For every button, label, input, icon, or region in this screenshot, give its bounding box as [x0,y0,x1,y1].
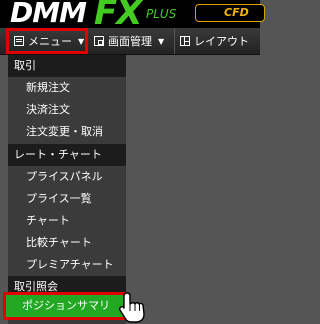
menu-item-compare-chart[interactable]: 比較チャート [8,232,126,254]
menu-item-price-list[interactable]: プライス一覧 [8,188,126,210]
menu-section-rate-chart: レート・チャート [8,144,126,166]
screen-management-button[interactable]: 画面管理 ▼ [92,28,175,54]
menu-item-new-order[interactable]: 新規注文 [8,77,126,99]
dmm-logo: DMM [10,0,87,29]
plus-logo: PLUS [146,7,177,21]
layout-label: レイアウト [194,35,249,48]
menu-item-position-summary[interactable]: ポジションサマリ [3,292,126,320]
menu-icon [14,36,24,46]
menu-item-chart[interactable]: チャート [8,210,126,232]
pointer-hand-icon [118,292,145,323]
menu-item-premier-chart[interactable]: プレミアチャート [8,254,126,276]
chevron-down-icon: ▼ [78,36,85,46]
app-header: DMM FX PLUS CFD [0,0,265,33]
menu-item-price-panel[interactable]: プライスパネル [8,166,126,188]
screen-icon [94,36,104,46]
toolbar: メニュー ▼ 画面管理 ▼ レイアウト [0,28,260,55]
layout-icon [180,36,190,46]
screen-management-label: 画面管理 [108,35,152,48]
menu-section-trade: 取引 [8,55,126,77]
menu-button[interactable]: メニュー ▼ [6,28,88,54]
menu-item-settlement-order[interactable]: 決済注文 [8,99,126,121]
dropdown-menu: 取引 新規注文 決済注文 注文変更・取消 レート・チャート プライスパネル プラ… [8,55,126,324]
cfd-button[interactable]: CFD [195,4,265,22]
menu-button-label: メニュー [28,35,72,48]
layout-button[interactable]: レイアウト [178,28,270,54]
chevron-down-icon: ▼ [158,36,165,46]
menu-item-order-change-cancel[interactable]: 注文変更・取消 [8,121,126,143]
